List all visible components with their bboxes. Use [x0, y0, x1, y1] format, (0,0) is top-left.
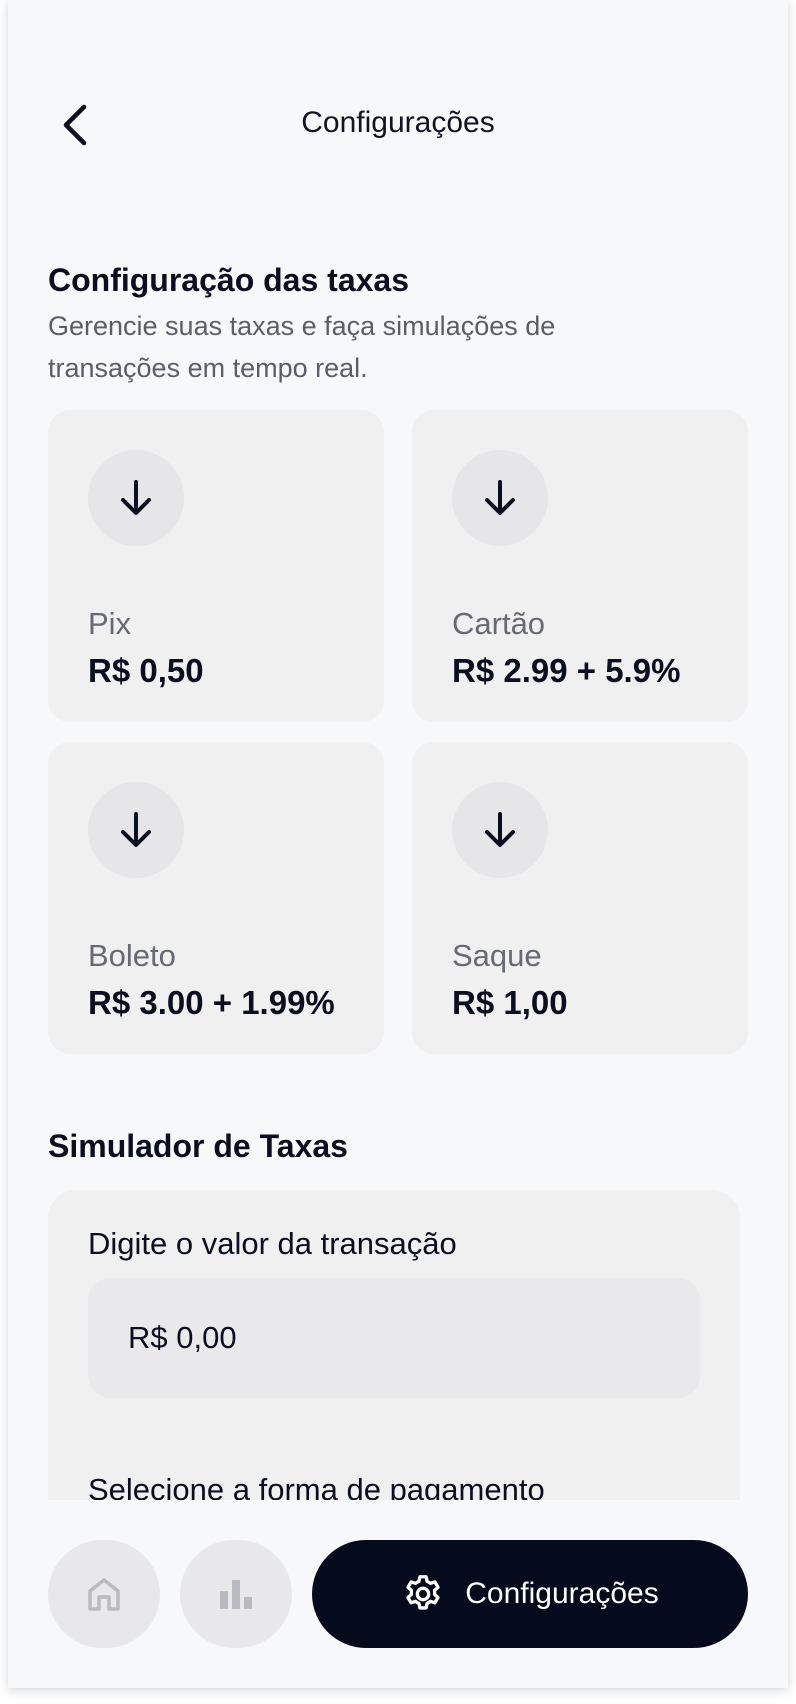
amount-input[interactable]: [88, 1278, 700, 1398]
simulator-title: Simulador de Taxas: [48, 1128, 348, 1164]
gear-icon: [406, 1575, 440, 1610]
bar-chart-icon: [220, 1580, 252, 1609]
amount-label: Digite o valor da transação: [88, 1226, 457, 1261]
page-title: Configurações: [301, 106, 495, 139]
fee-icon-circle: [452, 450, 548, 546]
top-bar: Configurações: [8, 84, 788, 164]
arrow-down-icon: [121, 480, 151, 515]
fee-card-value: R$ 2.99 + 5.9%: [452, 652, 681, 689]
arrow-down-icon: [485, 480, 515, 515]
fee-card-label: Cartão: [452, 606, 546, 641]
fee-card-label: Saque: [452, 938, 542, 973]
fee-icon-circle: [88, 782, 184, 878]
bottom-navigation: Configurações: [8, 1500, 788, 1688]
app-screen: Configurações Configuração das taxas Ger…: [8, 0, 788, 1688]
fee-card-value: R$ 1,00: [452, 984, 568, 1021]
nav-settings-button[interactable]: Configurações: [312, 1540, 748, 1648]
fee-card-pix[interactable]: Pix R$ 0,50: [48, 410, 384, 722]
simulator-panel: Digite o valor da transação Selecione a …: [48, 1190, 740, 1507]
fee-card-value: R$ 3.00 + 1.99%: [88, 984, 335, 1021]
fee-card-cartao[interactable]: Cartão R$ 2.99 + 5.9%: [412, 410, 748, 722]
fee-icon-circle: [88, 450, 184, 546]
fee-card-value: R$ 0,50: [88, 652, 204, 689]
nav-stats-button[interactable]: [180, 1540, 292, 1648]
nav-settings-label: Configurações: [465, 1577, 659, 1610]
home-icon: [88, 1578, 120, 1611]
fee-card-label: Pix: [88, 606, 132, 641]
fee-card-label: Boleto: [88, 938, 176, 973]
fee-card-boleto[interactable]: Boleto R$ 3.00 + 1.99%: [48, 742, 384, 1054]
fees-section-title: Configuração das taxas: [48, 262, 409, 298]
fee-icon-circle: [452, 782, 548, 878]
nav-home-button[interactable]: [48, 1540, 160, 1648]
fees-section-description: Gerencie suas taxas e faça simulações de…: [48, 311, 556, 383]
arrow-down-icon: [121, 812, 151, 847]
fee-card-saque[interactable]: Saque R$ 1,00: [412, 742, 748, 1054]
arrow-down-icon: [485, 812, 515, 847]
